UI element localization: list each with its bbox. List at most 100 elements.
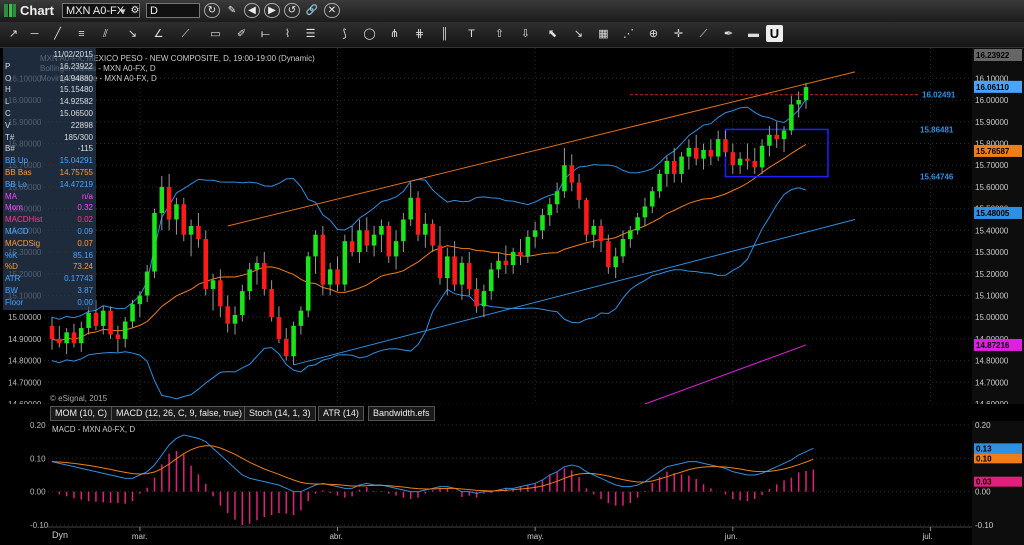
channel-icon[interactable]: ⫽ xyxy=(98,27,113,42)
candle-body xyxy=(313,234,318,257)
candle-body xyxy=(408,197,413,220)
macd-y-tick-left: 0.10 xyxy=(30,454,46,463)
interval-input[interactable]: D xyxy=(146,3,200,18)
zoom-icon[interactable]: ⊕ xyxy=(646,27,661,42)
candle-body xyxy=(664,160,670,174)
candle-body xyxy=(393,241,399,257)
levels-icon[interactable]: ☰ xyxy=(303,27,318,42)
cycle-icon[interactable]: ⟆ xyxy=(337,27,352,42)
candle-body xyxy=(166,186,172,220)
data-window-row: L 14.92582 xyxy=(5,97,95,107)
u-button[interactable]: U xyxy=(766,25,783,42)
x-tick-label: mar. xyxy=(132,532,148,541)
price-tag-text: 15.76587 xyxy=(976,147,1010,156)
data-window-row: MACD 0.09 xyxy=(5,227,95,237)
data-window-row: O 14.94880 xyxy=(5,74,95,84)
data-window-key: MACDSig xyxy=(5,238,41,248)
arrow-icon[interactable]: ↗ xyxy=(6,27,21,42)
data-window-value: 14.75755 xyxy=(59,168,93,177)
data-window-key: V xyxy=(5,120,11,130)
candle-body xyxy=(679,156,684,174)
candle-body xyxy=(730,152,736,166)
chevron-down-icon[interactable]: ▼ xyxy=(119,4,127,19)
macd-y-tick: 0.00 xyxy=(975,488,991,497)
price-annotation: 15.64746 xyxy=(920,173,954,182)
refresh-cycle-icon[interactable]: ↺ xyxy=(284,3,300,18)
dyn-label: Dyn xyxy=(52,530,69,540)
y-tick-label: 15.40000 xyxy=(975,226,1009,235)
candle-body xyxy=(774,134,779,140)
candle-body xyxy=(796,100,801,105)
speedlines-icon[interactable]: ⋰ xyxy=(621,27,636,42)
link-icon[interactable]: 🔗 xyxy=(304,3,320,18)
gann-icon[interactable]: ⋕ xyxy=(412,27,427,42)
candle-body xyxy=(737,158,743,166)
candle-body xyxy=(100,310,106,326)
cursor-icon[interactable]: ⬉ xyxy=(545,27,560,42)
bars-icon[interactable]: ║ xyxy=(437,27,452,42)
pitchfork-icon[interactable]: ⋔ xyxy=(387,27,402,42)
rectangle-icon[interactable]: ▭ xyxy=(208,27,223,42)
back-icon[interactable]: ◀ xyxy=(244,3,260,18)
candle-body xyxy=(591,226,596,235)
data-window-value: 14.92582 xyxy=(59,97,93,107)
angle-icon[interactable]: ∠ xyxy=(151,27,166,42)
tab-mom[interactable]: MOM (10, C) xyxy=(50,406,113,421)
candle-body xyxy=(540,215,545,231)
forward-icon[interactable]: ▶ xyxy=(264,3,280,18)
crosshair-icon[interactable]: ✛ xyxy=(671,27,686,42)
tab-atr[interactable]: ATR (14) xyxy=(318,406,364,421)
line-angle-icon[interactable]: ↘ xyxy=(571,27,586,42)
candle-body xyxy=(240,291,245,315)
polyline-icon[interactable]: ⌇ xyxy=(280,27,295,42)
grid-icon[interactable]: ▦ xyxy=(596,27,611,42)
candle-body xyxy=(423,223,428,235)
close-icon[interactable]: ✕ xyxy=(324,3,340,18)
candle-body xyxy=(767,134,772,146)
data-window-row: T# 185/300 xyxy=(5,133,95,143)
ruler-icon[interactable]: ⟝ xyxy=(258,27,273,42)
text-icon[interactable]: T xyxy=(464,27,479,42)
pen-icon[interactable]: ✒ xyxy=(721,27,736,42)
data-window-value: 15.04291 xyxy=(59,156,93,166)
data-window-key: H xyxy=(5,85,11,95)
data-window: 11/02/2015 P 16.23922 O 14.94880 H 15.15480 L 14… xyxy=(3,48,96,310)
candle-body xyxy=(225,306,230,324)
up-arrow-icon[interactable]: ⇧ xyxy=(492,27,507,42)
candle-body xyxy=(276,317,282,339)
data-window-value: 0.32 xyxy=(77,203,93,213)
ray-icon[interactable]: ↘ xyxy=(125,27,140,42)
candle-body xyxy=(218,280,223,307)
data-window-value: 15.15480 xyxy=(59,85,93,95)
trend-icon[interactable]: ⟋ xyxy=(178,27,193,42)
ellipse-icon[interactable]: ◯ xyxy=(362,27,377,42)
brush-icon[interactable]: ✐ xyxy=(234,27,249,42)
data-window-row: Mom 0.32 xyxy=(5,203,95,213)
candle-body xyxy=(232,315,238,324)
macd-chart[interactable]: 0.20 0.20 0.10 0.10 0.00 0.00 -0.10 -0.10 0.13 0… xyxy=(0,421,1024,545)
candle-body xyxy=(510,252,516,266)
refresh-icon[interactable]: ↻ xyxy=(204,3,220,18)
candle-body xyxy=(466,262,472,289)
candle-body xyxy=(71,332,77,344)
marker-icon[interactable]: ⟋ xyxy=(696,27,711,42)
data-window-row: BB Bas 14.75755 xyxy=(5,168,95,178)
candle-body xyxy=(305,256,311,311)
watermark: © eSignal, 2015 xyxy=(50,394,108,403)
settings-icon[interactable]: ⚙ xyxy=(127,3,143,18)
tab-stoch[interactable]: Stoch (14, 1, 3) xyxy=(244,406,316,421)
eraser-icon[interactable]: ▬ xyxy=(746,27,761,42)
price-chart[interactable]: 16.0249115.8648115.64746 16.1000016.1000… xyxy=(0,48,1024,404)
fib-icon[interactable]: ≡ xyxy=(74,27,89,42)
pencil-icon[interactable]: ✎ xyxy=(224,3,240,18)
candle-body xyxy=(481,291,487,307)
candle-body xyxy=(364,230,370,246)
line-tool-icon[interactable]: ╱ xyxy=(50,27,65,42)
candle-body xyxy=(496,260,501,270)
macd-y-tick: 0.20 xyxy=(975,421,991,430)
down-arrow-icon[interactable]: ⇩ xyxy=(518,27,533,42)
tab-macd[interactable]: MACD (12, 26, C, 9, false, true) xyxy=(111,406,248,421)
hline-icon[interactable]: ─ xyxy=(27,27,42,42)
tab-bandwidth[interactable]: Bandwidth.efs xyxy=(368,406,435,421)
data-window-row: C 15.06500 xyxy=(5,109,95,119)
